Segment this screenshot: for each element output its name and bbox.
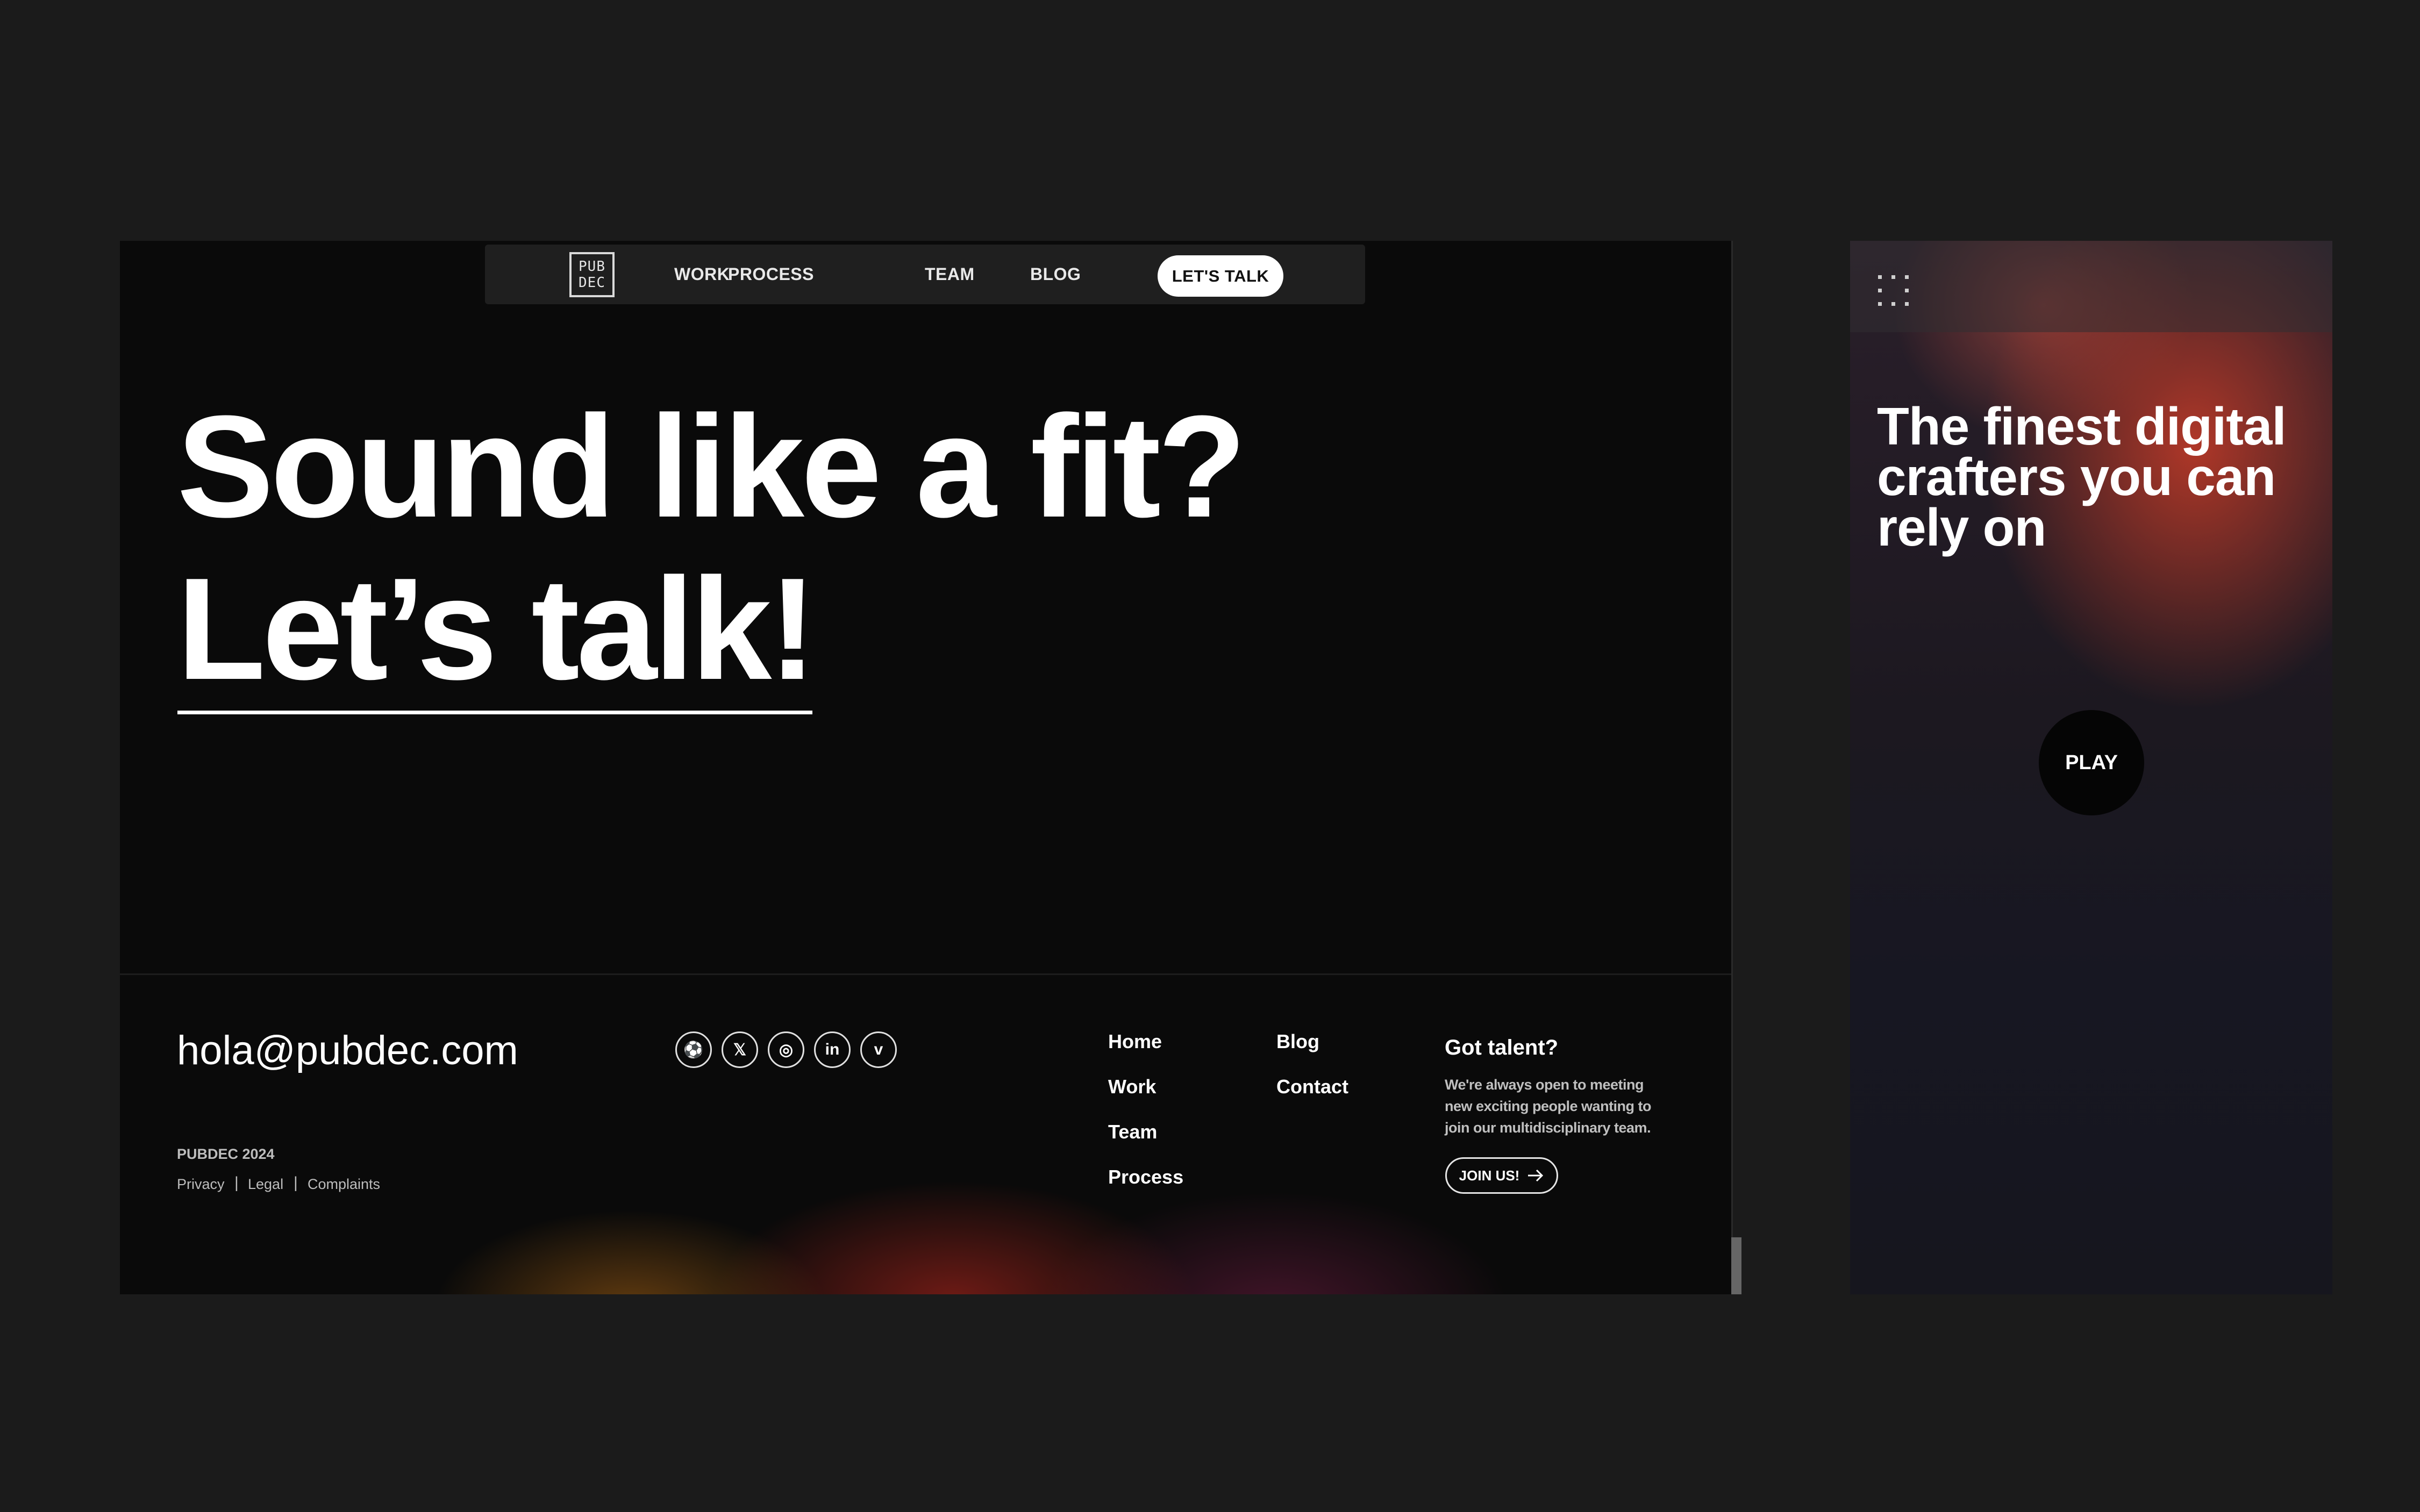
nav-link-work[interactable]: WORK: [674, 245, 730, 304]
x-twitter-icon[interactable]: 𝕏: [722, 1031, 758, 1068]
scrollbar-thumb[interactable]: [1731, 1237, 1741, 1294]
join-us-label: JOIN US!: [1459, 1167, 1520, 1184]
frame-edge: [1731, 241, 1733, 1294]
nav-link-blog[interactable]: BLOG: [1030, 245, 1081, 304]
desktop-frame: PUB DEC WORK PROCESS TEAM BLOG LET'S TAL…: [120, 241, 1731, 1294]
top-navbar: PUB DEC WORK PROCESS TEAM BLOG LET'S TAL…: [485, 245, 1365, 304]
talent-description: We're always open to meeting new excitin…: [1445, 1077, 1652, 1136]
talent-heading: Got talent?: [1445, 1036, 1559, 1059]
dots-grid-icon[interactable]: [1878, 275, 1909, 306]
play-button[interactable]: PLAY: [2039, 710, 2144, 815]
mobile-hero-heading: The finest digital crafters you can rely…: [1877, 397, 2287, 557]
footer-link-home[interactable]: Home: [1108, 1030, 1162, 1053]
logo-line-2: DEC: [579, 275, 605, 291]
legal-separator: |: [234, 1174, 239, 1192]
footer-link-work[interactable]: Work: [1108, 1076, 1156, 1098]
linkedin-icon[interactable]: in: [814, 1031, 851, 1068]
mobile-header-bar: [1850, 241, 2332, 332]
nav-link-process[interactable]: PROCESS: [728, 245, 814, 304]
footer-link-team[interactable]: Team: [1108, 1121, 1157, 1143]
legal-separator: |: [294, 1174, 298, 1192]
copyright-text: PUBDEC 2024: [177, 1146, 275, 1162]
privacy-link[interactable]: Privacy: [177, 1176, 225, 1193]
footer-link-blog[interactable]: Blog: [1276, 1030, 1319, 1053]
logo-line-1: PUB: [579, 259, 605, 275]
instagram-icon[interactable]: ◎: [768, 1031, 804, 1068]
complaints-link[interactable]: Complaints: [308, 1176, 380, 1193]
footer-link-contact[interactable]: Contact: [1276, 1076, 1348, 1098]
footer-link-process[interactable]: Process: [1108, 1166, 1183, 1188]
vimeo-icon[interactable]: v: [860, 1031, 897, 1068]
hero-heading-line-1: Sound like a fit?: [177, 386, 1246, 548]
nav-link-team[interactable]: TEAM: [925, 245, 975, 304]
legal-link[interactable]: Legal: [248, 1176, 283, 1193]
dribbble-icon[interactable]: ⚽: [675, 1031, 712, 1068]
contact-email-link[interactable]: hola@pubdec.com: [177, 1027, 518, 1074]
mobile-frame: The finest digital crafters you can rely…: [1850, 241, 2332, 1294]
join-us-button[interactable]: JOIN US!: [1445, 1157, 1558, 1194]
hero-underline: [177, 711, 812, 714]
lets-talk-button[interactable]: LET'S TALK: [1158, 255, 1283, 297]
hero-heading-line-2[interactable]: Let’s talk!: [177, 557, 817, 702]
footer: hola@pubdec.com ⚽ 𝕏 ◎ in v PUBDEC 2024 P…: [120, 973, 1731, 1294]
pubdec-logo[interactable]: PUB DEC: [569, 252, 615, 297]
arrow-right-icon: [1528, 1169, 1544, 1182]
